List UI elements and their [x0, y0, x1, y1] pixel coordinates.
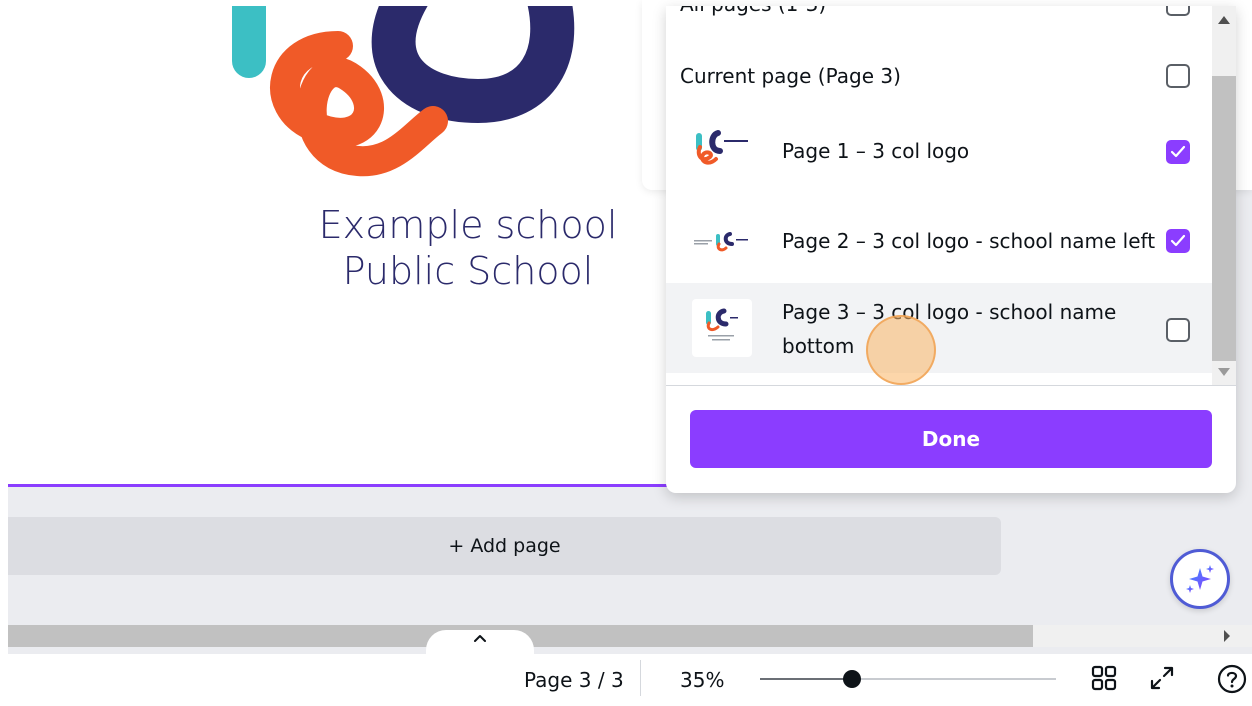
- scroll-up-arrow-icon[interactable]: [1218, 16, 1230, 24]
- page-2-checkbox[interactable]: [1166, 229, 1190, 253]
- page-select-panel: All pages (1-3) Current page (Page 3) Pa…: [666, 6, 1236, 493]
- cursor-highlight: [866, 315, 936, 385]
- page-3-thumbnail: [692, 299, 752, 357]
- checkmark-icon: [1170, 145, 1186, 158]
- bottom-toolbar: Page 3 / 3 35%: [0, 654, 1252, 699]
- all-pages-option[interactable]: All pages (1-3): [666, 6, 1212, 24]
- current-page-checkbox[interactable]: [1166, 64, 1190, 88]
- fullscreen-icon[interactable]: [1148, 664, 1176, 692]
- page-2-label: Page 2 – 3 col logo - school name left: [782, 229, 1156, 253]
- chevron-up-icon: [474, 635, 486, 642]
- zoom-percentage[interactable]: 35%: [680, 654, 724, 699]
- school-name-text[interactable]: Example school Public School: [228, 202, 708, 294]
- school-name-line-1: Example school: [318, 203, 618, 247]
- magic-assistant-button[interactable]: [1170, 549, 1230, 609]
- page-3-checkbox[interactable]: [1166, 318, 1190, 342]
- zoom-slider-handle[interactable]: [842, 670, 861, 688]
- scroll-down-arrow-icon[interactable]: [1218, 368, 1230, 376]
- grid-view-icon[interactable]: [1090, 664, 1118, 692]
- design-page[interactable]: Example school Public School: [8, 6, 728, 487]
- rc-logo: [232, 6, 575, 177]
- zoom-slider-fill: [760, 678, 852, 680]
- scroll-right-arrow-icon[interactable]: [1224, 630, 1230, 642]
- page-indicator[interactable]: Page 3 / 3: [524, 654, 624, 699]
- add-page-button[interactable]: + Add page: [8, 517, 1001, 575]
- page-option-2[interactable]: Page 2 – 3 col logo - school name left: [666, 206, 1212, 276]
- zoom-slider[interactable]: [760, 670, 1056, 688]
- vertical-scroll-thumb[interactable]: [1212, 76, 1236, 361]
- page-list: All pages (1-3) Current page (Page 3) Pa…: [666, 6, 1212, 378]
- panel-divider: [666, 385, 1236, 386]
- toolbar-divider: [640, 660, 641, 696]
- done-button[interactable]: Done: [690, 410, 1212, 468]
- notes-panel-toggle[interactable]: [426, 630, 534, 654]
- page-1-label: Page 1 – 3 col logo: [782, 139, 970, 163]
- all-pages-label: All pages (1-3): [680, 6, 1050, 21]
- sparkle-icon: [1186, 565, 1214, 593]
- current-page-option[interactable]: Current page (Page 3): [666, 54, 1212, 98]
- page-3-label: Page 3 – 3 col logo - school name bottom: [782, 300, 1117, 358]
- horizontal-scrollbar[interactable]: [8, 625, 1252, 647]
- help-icon[interactable]: [1217, 664, 1247, 694]
- page-1-checkbox[interactable]: [1166, 140, 1190, 164]
- checkmark-icon: [1170, 234, 1186, 247]
- school-name-line-2: Public School: [342, 249, 594, 293]
- page-option-1[interactable]: Page 1 – 3 col logo: [666, 116, 1212, 188]
- page-2-thumbnail: [692, 212, 752, 270]
- page-1-thumbnail: [692, 123, 752, 181]
- page-option-3[interactable]: Page 3 – 3 col logo - school name bottom: [666, 283, 1212, 373]
- all-pages-checkbox[interactable]: [1166, 6, 1190, 16]
- current-page-label: Current page (Page 3): [680, 64, 901, 88]
